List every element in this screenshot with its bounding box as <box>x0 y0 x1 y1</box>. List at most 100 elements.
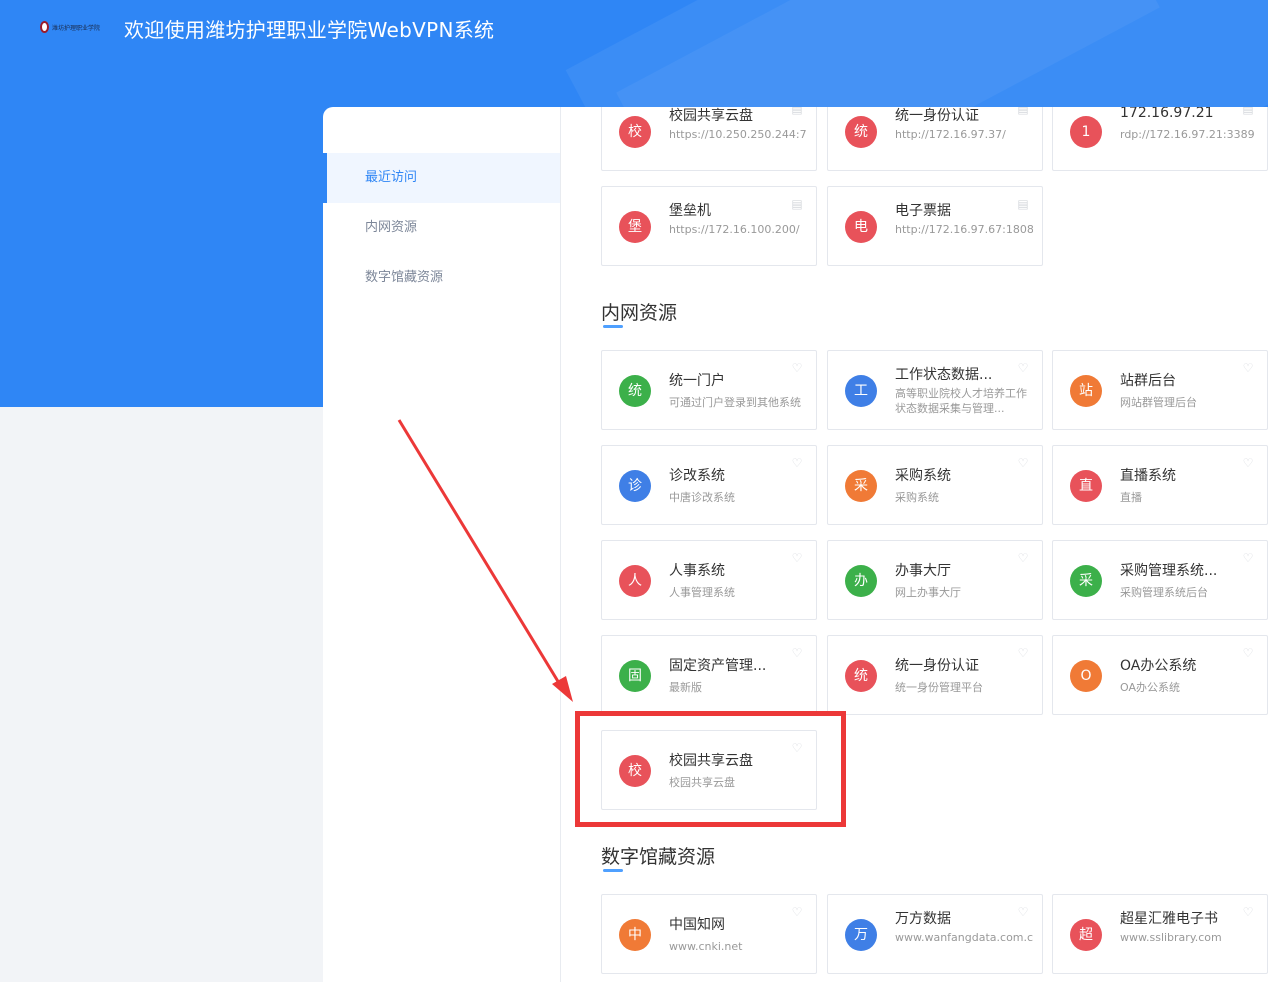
resource-avatar: 校 <box>619 116 651 148</box>
school-seal-icon <box>40 21 49 33</box>
heart-icon[interactable]: ♡ <box>1016 551 1030 565</box>
resource-avatar: 采 <box>1070 565 1102 597</box>
resource-card[interactable]: 人 人事系统 人事管理系统 ♡ <box>601 540 817 620</box>
resource-avatar: 1 <box>1070 116 1102 148</box>
resource-description: 最新版 <box>669 681 702 694</box>
resource-avatar: 直 <box>1070 470 1102 502</box>
resource-description: 可通过门户登录到其他系统 <box>669 396 801 409</box>
heart-icon[interactable]: ♡ <box>790 646 804 660</box>
heart-icon[interactable]: ♡ <box>1016 456 1030 470</box>
resource-name: 直播系统 <box>1120 468 1176 484</box>
resource-description: rdp://172.16.97.21:3389 <box>1120 128 1255 141</box>
resource-card[interactable]: 办 办事大厅 网上办事大厅 ♡ <box>827 540 1043 620</box>
resource-card[interactable]: 统 统一身份认证 统一身份管理平台 ♡ <box>827 635 1043 715</box>
page-title: 欢迎使用潍坊护理职业学院WebVPN系统 <box>124 18 495 42</box>
section-underline <box>603 325 623 328</box>
school-logo[interactable]: 潍坊护理职业学院 <box>40 20 100 34</box>
heart-icon[interactable]: ♡ <box>790 456 804 470</box>
resource-avatar: 超 <box>1070 919 1102 951</box>
resource-name: 工作状态数据... <box>895 367 993 383</box>
resource-card[interactable]: 站 站群后台 网站群管理后台 ♡ <box>1052 350 1268 430</box>
resource-name: 统一身份认证 <box>895 108 979 124</box>
resource-avatar: 办 <box>845 565 877 597</box>
heart-icon[interactable]: ♡ <box>1241 646 1255 660</box>
heart-icon[interactable]: ♡ <box>1241 456 1255 470</box>
resource-name: 站群后台 <box>1120 373 1176 389</box>
resource-avatar: 堡 <box>619 211 651 243</box>
resource-name: OA办公系统 <box>1120 658 1197 674</box>
heart-icon[interactable]: ♡ <box>1241 361 1255 375</box>
resource-card[interactable]: 电 电子票据 http://172.16.97.67:18080/proxy/m… <box>827 186 1043 266</box>
resource-card[interactable]: 堡 堡垒机 https://172.16.100.200/ ▤ <box>601 186 817 266</box>
resource-avatar: 工 <box>845 375 877 407</box>
resource-card[interactable]: 直 直播系统 直播 ♡ <box>1052 445 1268 525</box>
resource-avatar: 人 <box>619 565 651 597</box>
resource-name: 172.16.97.21 <box>1120 105 1214 121</box>
resource-card[interactable]: 中 中国知网 www.cnki.net ♡ <box>601 894 817 974</box>
resource-name: 固定资产管理... <box>669 658 767 674</box>
resource-avatar: 采 <box>845 470 877 502</box>
resource-name: 电子票据 <box>895 203 951 219</box>
resource-avatar: 统 <box>845 660 877 692</box>
resource-description: www.wanfangdata.com.cn <box>895 931 1033 944</box>
resource-name: 堡垒机 <box>669 203 711 219</box>
section-title-intranet: 内网资源 <box>601 302 678 324</box>
resource-card[interactable]: 固 固定资产管理... 最新版 ♡ <box>601 635 817 715</box>
resource-description: 统一身份管理平台 <box>895 681 983 694</box>
resource-card[interactable]: O OA办公系统 OA办公系统 ♡ <box>1052 635 1268 715</box>
resource-description: https://172.16.100.200/ <box>669 223 800 236</box>
sidebar-item-recent[interactable]: 最近访问 <box>323 153 560 203</box>
resource-avatar: 统 <box>845 116 877 148</box>
resource-description: 网站群管理后台 <box>1120 396 1197 409</box>
resource-name: 办事大厅 <box>895 563 951 579</box>
resource-card[interactable]: 诊 诊改系统 中唐诊改系统 ♡ <box>601 445 817 525</box>
resource-avatar: 站 <box>1070 375 1102 407</box>
resource-name: 统一门户 <box>669 373 725 389</box>
resource-card[interactable]: 采 采购管理系统... 采购管理系统后台 ♡ <box>1052 540 1268 620</box>
resource-card[interactable]: 采 采购系统 采购系统 ♡ <box>827 445 1043 525</box>
resource-avatar: 万 <box>845 919 877 951</box>
heart-icon[interactable]: ♡ <box>1241 905 1255 919</box>
resource-description: https://10.250.250.244:700 <box>669 128 807 141</box>
resource-name: 人事系统 <box>669 563 725 579</box>
resource-avatar: 中 <box>619 919 651 951</box>
sidebar-item-intranet[interactable]: 内网资源 <box>323 203 560 253</box>
resource-card[interactable]: 超 超星汇雅电子书 www.sslibrary.com ♡ <box>1052 894 1268 974</box>
heart-icon[interactable]: ♡ <box>1016 646 1030 660</box>
resource-avatar: 诊 <box>619 470 651 502</box>
resource-description: 高等职业院校人才培养工作状态数据采集与管理... <box>895 387 1027 415</box>
resource-description: 采购系统 <box>895 491 939 504</box>
section-underline <box>603 869 623 872</box>
highlight-box <box>575 711 846 827</box>
page-background <box>0 407 323 982</box>
resource-avatar: 电 <box>845 211 877 243</box>
resource-description: 直播 <box>1120 491 1142 504</box>
resource-card[interactable]: 万 万方数据 www.wanfangdata.com.cn ♡ <box>827 894 1043 974</box>
trash-icon[interactable]: ▤ <box>1016 197 1030 211</box>
resource-name: 校园共享云盘 <box>669 108 753 124</box>
heart-icon[interactable]: ♡ <box>790 551 804 565</box>
resource-avatar: 统 <box>619 375 651 407</box>
trash-icon[interactable]: ▤ <box>790 197 804 211</box>
resource-description: www.cnki.net <box>669 940 743 953</box>
resource-description: OA办公系统 <box>1120 681 1180 694</box>
heart-icon[interactable]: ♡ <box>1016 361 1030 375</box>
resource-name: 诊改系统 <box>669 468 725 484</box>
resource-description: 中唐诊改系统 <box>669 491 735 504</box>
sidebar-item-digital-library[interactable]: 数字馆藏资源 <box>323 253 560 303</box>
heart-icon[interactable]: ♡ <box>790 905 804 919</box>
heart-icon[interactable]: ♡ <box>790 361 804 375</box>
heart-icon[interactable]: ♡ <box>1241 551 1255 565</box>
resource-name: 万方数据 <box>895 911 951 927</box>
resource-card[interactable]: 工 工作状态数据... 高等职业院校人才培养工作状态数据采集与管理... ♡ <box>827 350 1043 430</box>
resource-name: 超星汇雅电子书 <box>1120 911 1218 927</box>
resource-name: 中国知网 <box>669 917 725 933</box>
logo-text: 潍坊护理职业学院 <box>51 24 100 32</box>
resource-description: 采购管理系统后台 <box>1120 586 1208 599</box>
resource-card[interactable]: 统 统一门户 可通过门户登录到其他系统 ♡ <box>601 350 817 430</box>
resource-avatar: O <box>1070 660 1102 692</box>
heart-icon[interactable]: ♡ <box>1016 905 1030 919</box>
resource-name: 采购系统 <box>895 468 951 484</box>
resource-name: 统一身份认证 <box>895 658 979 674</box>
resource-description: 人事管理系统 <box>669 586 735 599</box>
